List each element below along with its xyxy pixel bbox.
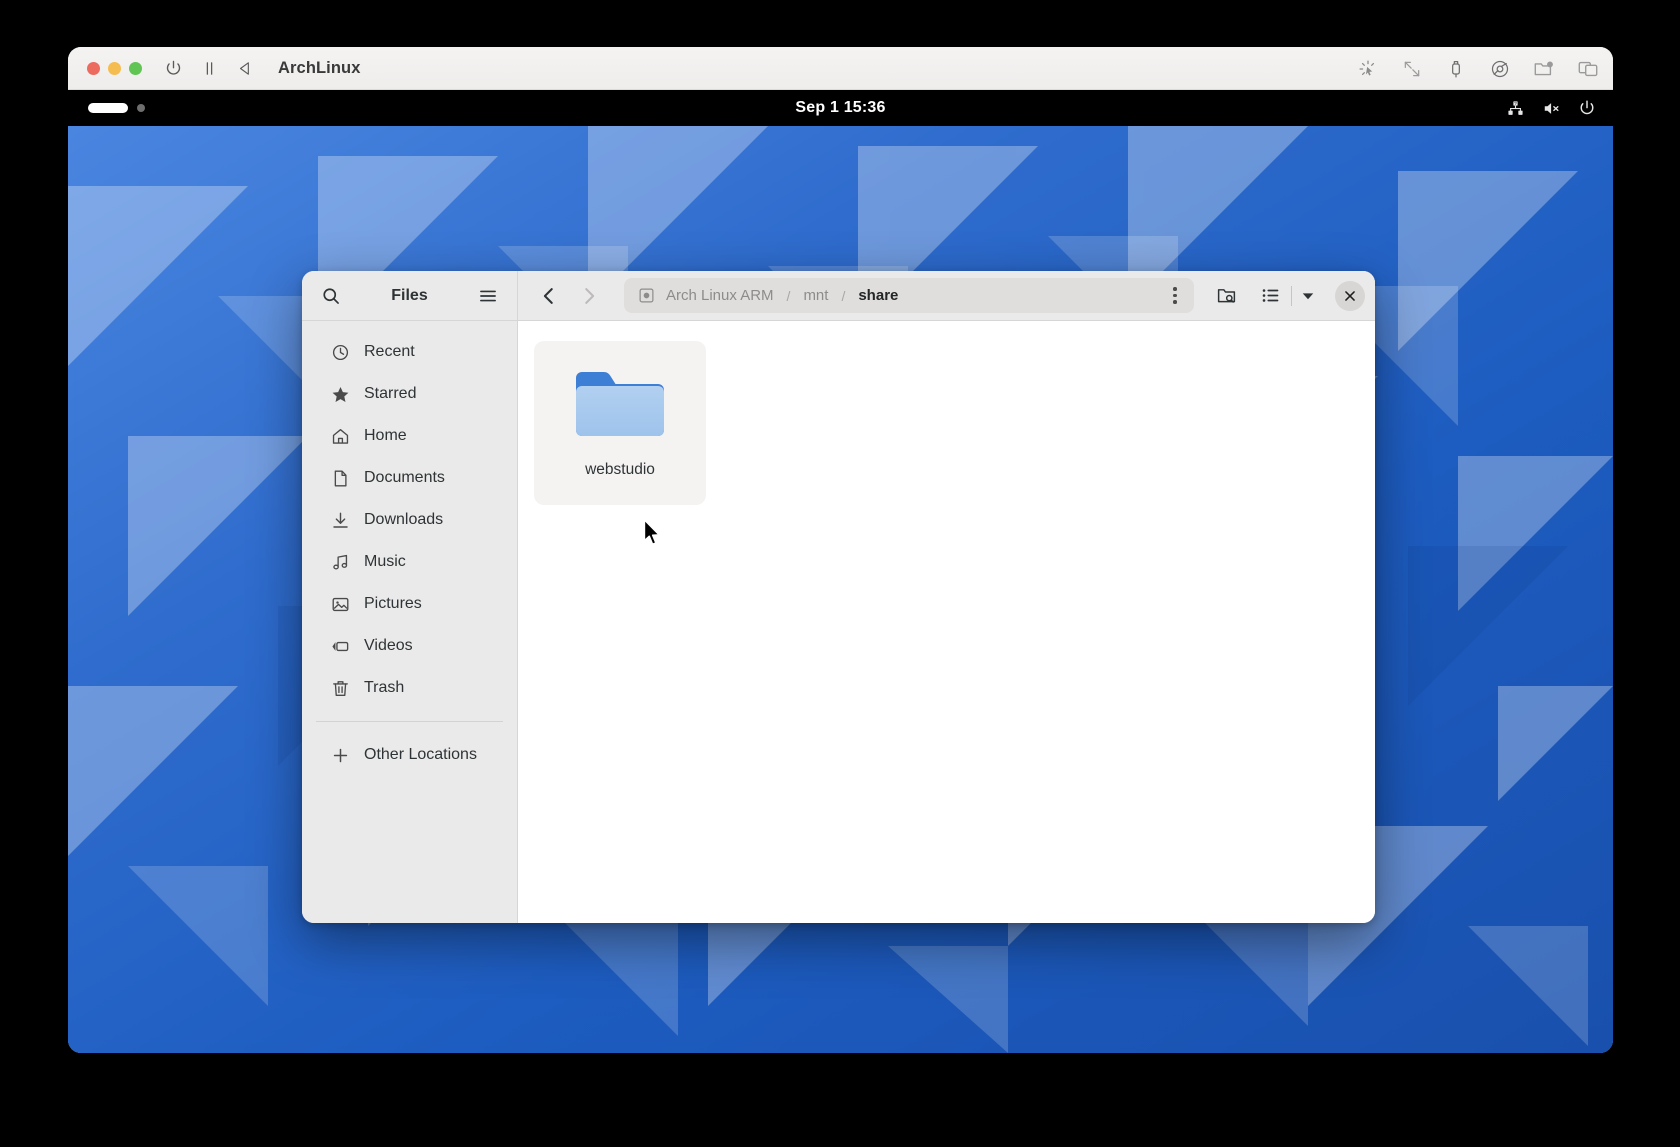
windows-stack-icon[interactable] (1577, 58, 1599, 80)
download-icon (330, 510, 350, 530)
gnome-top-bar: Sep 1 15:36 ? (68, 90, 1613, 126)
sidebar-item-recent[interactable]: Recent (310, 332, 509, 372)
sidebar-item-documents[interactable]: Documents (310, 458, 509, 498)
sidebar-item-label: Trash (364, 679, 405, 696)
path-options-menu-icon[interactable] (1164, 283, 1186, 309)
toolbar-separator (1291, 285, 1292, 306)
vm-window: ArchLinux Sep 1 15:36 ? Files Arch Linux… (68, 47, 1613, 1053)
vm-title: ArchLinux (278, 58, 361, 77)
sidebar-item-label: Videos (364, 637, 413, 654)
search-button[interactable] (314, 279, 348, 313)
clock-icon (330, 342, 350, 362)
sidebar-item-label: Documents (364, 469, 445, 486)
files-window: Files Arch Linux ARM / mnt / share Recen… (302, 271, 1375, 923)
close-icon[interactable] (1335, 280, 1365, 311)
toolbar: Arch Linux ARM / mnt / share (518, 271, 1375, 320)
hamburger-menu-icon[interactable] (471, 279, 505, 313)
file-item-webstudio[interactable]: webstudio (534, 341, 706, 505)
forward-button[interactable] (572, 279, 606, 313)
svg-text:?: ? (1514, 101, 1517, 107)
sidebar-item-label: Other Locations (364, 746, 477, 763)
music-icon (330, 552, 350, 572)
close-window-button[interactable] (87, 61, 100, 75)
network-unknown-icon: ? (1505, 98, 1525, 118)
power-menu-icon (1577, 98, 1597, 118)
pause-icon[interactable] (196, 55, 222, 81)
sidebar-item-label: Recent (364, 343, 415, 360)
sidebar-item-label: Pictures (364, 595, 422, 612)
sidebar-item-pictures[interactable]: Pictures (310, 584, 509, 624)
breadcrumb-crumbs: Arch Linux ARM / mnt / share (638, 287, 1164, 304)
sidebar-item-home[interactable]: Home (310, 416, 509, 456)
video-icon (330, 636, 350, 656)
sidebar-item-label: Downloads (364, 511, 444, 528)
star-icon (330, 384, 350, 404)
sidebar-item-music[interactable]: Music (310, 542, 509, 582)
window-traffic-lights (87, 61, 142, 75)
picture-icon (330, 594, 350, 614)
drive-icon (638, 287, 655, 304)
home-icon (330, 426, 350, 446)
breadcrumb-item-0[interactable]: Arch Linux ARM (664, 287, 776, 304)
search-in-folder-button[interactable] (1208, 278, 1244, 314)
window-title: Files (391, 286, 428, 304)
sidebar-item-videos[interactable]: Videos (310, 626, 509, 666)
sidebar-item-label: Home (364, 427, 407, 444)
sidebar-item-label: Music (364, 553, 406, 570)
usb-icon[interactable] (1445, 58, 1467, 80)
vm-titlebar: ArchLinux (68, 47, 1613, 90)
desktop-wallpaper[interactable]: Files Arch Linux ARM / mnt / share Recen… (68, 126, 1613, 1053)
list-view-button[interactable] (1252, 278, 1288, 314)
files-header-bar: Files Arch Linux ARM / mnt / share (302, 271, 1375, 321)
vertical-dots-icon (1173, 287, 1177, 304)
activities-button[interactable] (88, 103, 145, 113)
breadcrumb-item-1[interactable]: mnt (801, 287, 830, 304)
sidebar-item-trash[interactable]: Trash (310, 668, 509, 708)
files-body: Recent Starred Home Documents Downloads … (302, 321, 1375, 923)
folder-icon (568, 355, 672, 449)
sidebar-item-downloads[interactable]: Downloads (310, 500, 509, 540)
breadcrumb-item-2[interactable]: share (856, 287, 900, 304)
breadcrumb[interactable]: Arch Linux ARM / mnt / share (624, 278, 1194, 313)
back-button[interactable] (532, 279, 566, 313)
power-icon[interactable] (160, 55, 186, 81)
trash-icon (330, 678, 350, 698)
sidebar-divider (316, 721, 503, 722)
resize-arrows-icon[interactable] (1401, 58, 1423, 80)
system-status-area[interactable]: ? (1505, 90, 1597, 126)
activities-pill-indicator (88, 103, 128, 113)
sidebar-item-starred[interactable]: Starred (310, 374, 509, 414)
document-icon (330, 468, 350, 488)
view-mode-group (1252, 278, 1321, 314)
sidebar: Recent Starred Home Documents Downloads … (302, 321, 518, 923)
file-item-label: webstudio (585, 461, 655, 478)
volume-muted-icon (1541, 98, 1561, 118)
play-back-icon[interactable] (232, 55, 258, 81)
sidebar-item-other-locations[interactable]: Other Locations (310, 735, 509, 775)
view-options-dropdown[interactable] (1295, 278, 1321, 314)
file-list-area[interactable]: webstudio (518, 321, 1375, 923)
icon-grid: webstudio (534, 341, 1359, 505)
workspace-dot-indicator (137, 104, 145, 112)
sidebar-item-label: Starred (364, 385, 417, 402)
maximize-window-button[interactable] (129, 61, 142, 75)
vm-toolbar-icons (1357, 47, 1599, 90)
breadcrumb-separator: / (841, 287, 846, 304)
plus-icon (330, 745, 350, 765)
sidebar-header: Files (302, 271, 518, 320)
minimize-window-button[interactable] (108, 61, 121, 75)
shared-folder-icon[interactable] (1533, 58, 1555, 80)
brightness-cursor-icon[interactable] (1357, 58, 1379, 80)
breadcrumb-separator: / (786, 287, 791, 304)
disc-icon[interactable] (1489, 58, 1511, 80)
clock[interactable]: Sep 1 15:36 (68, 90, 1613, 126)
